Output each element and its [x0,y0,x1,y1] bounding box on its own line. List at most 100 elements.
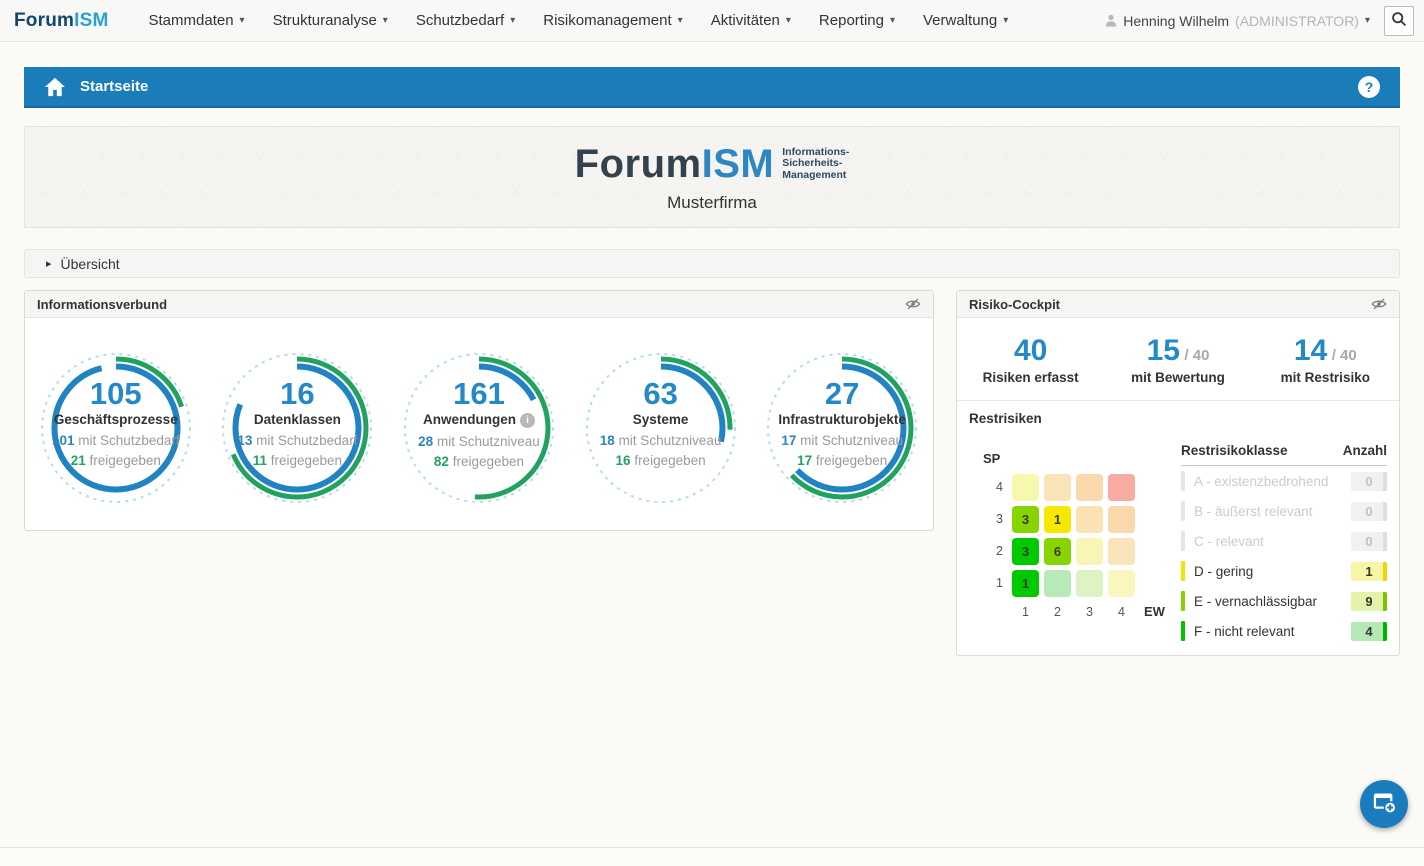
risk-matrix-cell[interactable] [1076,474,1103,501]
stat-datenklassen[interactable]: 16 Datenklassen 13 mit Schutzbedarf 11 f… [208,344,386,516]
risk-matrix-cell[interactable] [1108,538,1135,565]
class-label: A - existenzbedrohend [1194,474,1351,489]
info-icon[interactable]: i [520,413,535,428]
risk-matrix: SP 4 3 3 1 2 3 6 1 1 [983,451,1174,626]
count-badge: 0 [1351,472,1387,491]
risk-matrix-cell[interactable]: 1 [1012,570,1039,597]
cell-count: 3 [1022,512,1029,527]
search-icon [1391,11,1407,30]
logo-secondary: ISM [74,10,108,31]
stat-line-1: 28 mit Schutzniveau [390,435,568,449]
risk-matrix-cell[interactable] [1108,506,1135,533]
panel-title: Risiko-Cockpit [969,297,1060,312]
menu-item-verwaltung[interactable]: Verwaltung▾ [909,0,1022,42]
col-label: 3 [1076,602,1103,626]
y-axis-label: SP [983,451,1039,469]
stat-label: Anwendungeni [390,412,568,428]
chevron-down-icon: ▾ [678,0,683,42]
user-role: (ADMINISTRATOR) [1235,13,1359,29]
stat-label: Datenklassen [208,412,386,427]
add-widget-button[interactable] [1360,780,1408,828]
stat-line-2: 17 freigegeben [753,454,931,468]
stat-line-1: 18 mit Schutzniveau [572,434,750,448]
banner-logo-secondary: ISM [702,142,775,186]
stat-line-2: 82 freigegeben [390,455,568,469]
legend-row-e[interactable]: E - vernachlässigbar 9 [1181,586,1387,616]
overview-label: Übersicht [61,256,120,272]
col-label: 4 [1108,602,1135,626]
user-menu[interactable]: Henning Wilhelm (ADMINISTRATOR) ▾ [1105,13,1370,29]
menu-label: Verwaltung [923,0,997,42]
col-label: 2 [1044,602,1071,626]
breadcrumb: Startseite ? [24,67,1400,108]
triangle-right-icon: ▸ [46,257,52,270]
risk-matrix-cell[interactable] [1076,570,1103,597]
risk-matrix-cell[interactable] [1044,474,1071,501]
count-badge: 1 [1351,562,1387,581]
risk-matrix-cell[interactable] [1012,474,1039,501]
question-icon: ? [1365,79,1374,95]
home-icon[interactable] [44,77,66,97]
risk-stat-bewertung[interactable]: 15 / 40 mit Bewertung [1104,335,1251,385]
menu-label: Reporting [819,0,884,42]
class-color-bar [1181,621,1185,641]
legend-row-f[interactable]: F - nicht relevant 4 [1181,616,1387,646]
class-color-bar [1181,501,1185,521]
search-button[interactable] [1384,6,1414,36]
stat-geschaeftsprozesse[interactable]: 105 Geschäftsprozesse 101 mit Schutzbeda… [27,344,205,516]
stat-line-2: 16 freigegeben [572,454,750,468]
menu-item-stammdaten[interactable]: Stammdaten▾ [135,0,259,42]
risk-matrix-cell[interactable] [1044,570,1071,597]
panel-title: Informationsverbund [37,297,167,312]
help-button[interactable]: ? [1358,76,1380,98]
visibility-toggle-icon[interactable] [905,297,921,311]
informationsverbund-header: Informationsverbund [25,291,933,318]
menu-item-schutzbedarf[interactable]: Schutzbedarf▾ [402,0,529,42]
legend-row-a[interactable]: A - existenzbedrohend 0 [1181,466,1387,496]
table-header: Restrisikoklasse Anzahl [1181,443,1387,466]
stat-infrastrukturobjekte[interactable]: 27 Infrastrukturobjekte 17 mit Schutzniv… [753,344,931,516]
menu-item-aktivitaeten[interactable]: Aktivitäten▾ [697,0,805,42]
risk-matrix-cell[interactable] [1108,570,1135,597]
risk-stat-erfasst[interactable]: 40 Risiken erfasst [957,335,1104,385]
badge-edge [1383,562,1387,581]
menu-item-strukturanalyse[interactable]: Strukturanalyse▾ [259,0,402,42]
risk-matrix-cell[interactable]: 3 [1012,506,1039,533]
risk-matrix-cell[interactable] [1076,506,1103,533]
badge-edge [1383,532,1387,551]
risk-matrix-cell[interactable]: 1 [1044,506,1071,533]
main-menu: Stammdaten▾ Strukturanalyse▾ Schutzbedar… [135,0,1023,42]
app-logo[interactable]: ForumISM [14,10,109,32]
page-title: Startseite [80,78,148,95]
stat-anwendungen[interactable]: 161 Anwendungeni 28 mit Schutzniveau 82 … [390,344,568,516]
visibility-toggle-icon[interactable] [1371,297,1387,311]
row-label: 2 [983,538,1007,565]
chevron-down-icon: ▾ [240,0,245,42]
stat-label: Systeme [572,412,750,427]
banner-logo-primary: Forum [575,142,702,186]
overview-collapsible[interactable]: ▸ Übersicht [24,249,1400,278]
risk-matrix-cell[interactable]: 3 [1012,538,1039,565]
menu-item-reporting[interactable]: Reporting▾ [805,0,909,42]
stat-line-2: 11 freigegeben [208,454,386,468]
user-icon [1105,14,1117,27]
legend-row-d[interactable]: D - gering 1 [1181,556,1387,586]
stat-line-1: 13 mit Schutzbedarf [208,434,386,448]
risk-stat-restrisiko[interactable]: 14 / 40 mit Restrisiko [1252,335,1399,385]
class-color-bar [1181,591,1185,611]
cell-count: 1 [1054,512,1061,527]
legend-row-c[interactable]: C - relevant 0 [1181,526,1387,556]
class-label: D - gering [1194,564,1351,579]
class-label: E - vernachlässigbar [1194,594,1351,609]
stat-line-2: 21 freigegeben [27,454,205,468]
menu-item-risikomanagement[interactable]: Risikomanagement▾ [529,0,696,42]
risk-matrix-cell[interactable] [1076,538,1103,565]
chevron-down-icon: ▾ [786,0,791,42]
risk-matrix-cell[interactable]: 6 [1044,538,1071,565]
stat-systeme[interactable]: 63 Systeme 18 mit Schutzniveau 16 freige… [572,344,750,516]
legend-row-b[interactable]: B - äußerst relevant 0 [1181,496,1387,526]
risk-matrix-cell[interactable] [1108,474,1135,501]
stat-label: Infrastrukturobjekte [753,412,931,427]
logo-primary: Forum [14,10,74,31]
stat-line-1: 101 mit Schutzbedarf [27,434,205,448]
